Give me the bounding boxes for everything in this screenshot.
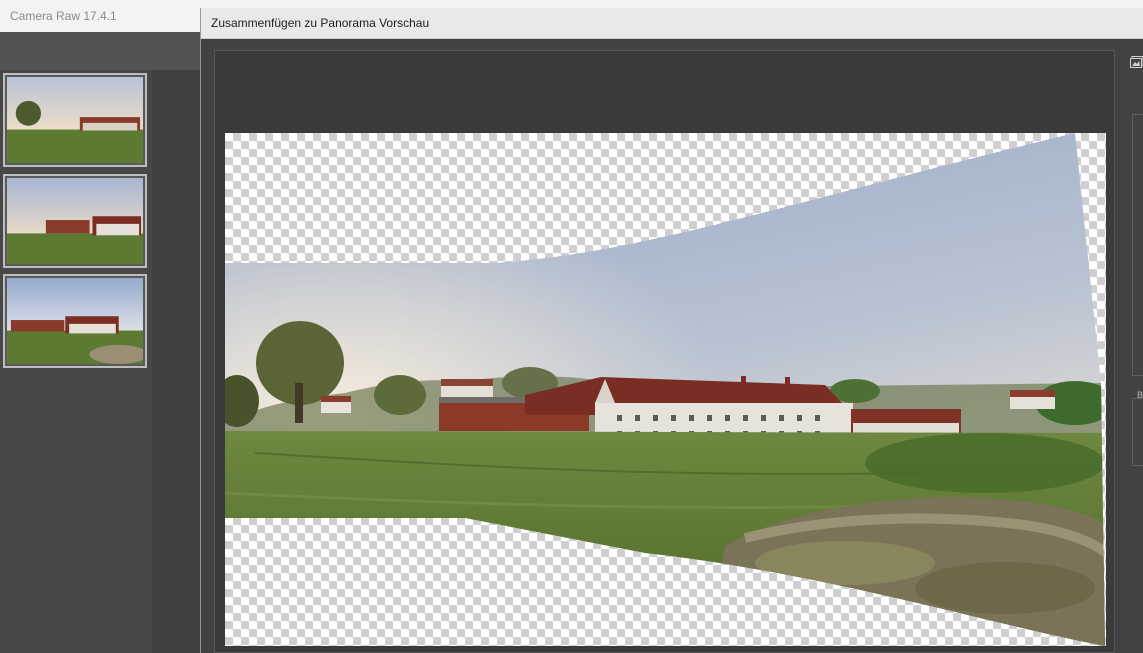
filmstrip [0,70,152,653]
dialog-titlebar[interactable]: Zusammenfügen zu Panorama Vorschau [201,8,1143,39]
thumbnail-image [7,178,143,264]
thumbnail-image [7,77,143,163]
panorama-preview-dialog: Zusammenfügen zu Panorama Vorschau B [200,8,1143,653]
panorama-options-panel: B [1126,50,1143,653]
camera-raw-toolbar [0,32,202,70]
filmstrip-divider [152,70,200,653]
panorama-image [225,133,1105,646]
panorama-preview-canvas[interactable] [225,133,1106,646]
options-group-box [1132,398,1143,466]
dialog-title: Zusammenfügen zu Panorama Vorschau [211,16,430,30]
thumbnail-image [7,278,143,364]
filmstrip-thumbnail-2[interactable] [3,174,147,268]
app-title: Camera Raw 17.4.1 [10,9,117,23]
filmstrip-thumbnail-3[interactable] [3,274,147,368]
image-icon[interactable] [1130,56,1143,68]
filmstrip-thumbnail-1[interactable] [3,73,147,167]
camera-raw-app: Camera Raw 17.4.1 Zusammenfügen zu Panor… [0,0,1143,653]
panorama-preview-area [214,50,1115,653]
projection-group-box [1132,114,1143,376]
